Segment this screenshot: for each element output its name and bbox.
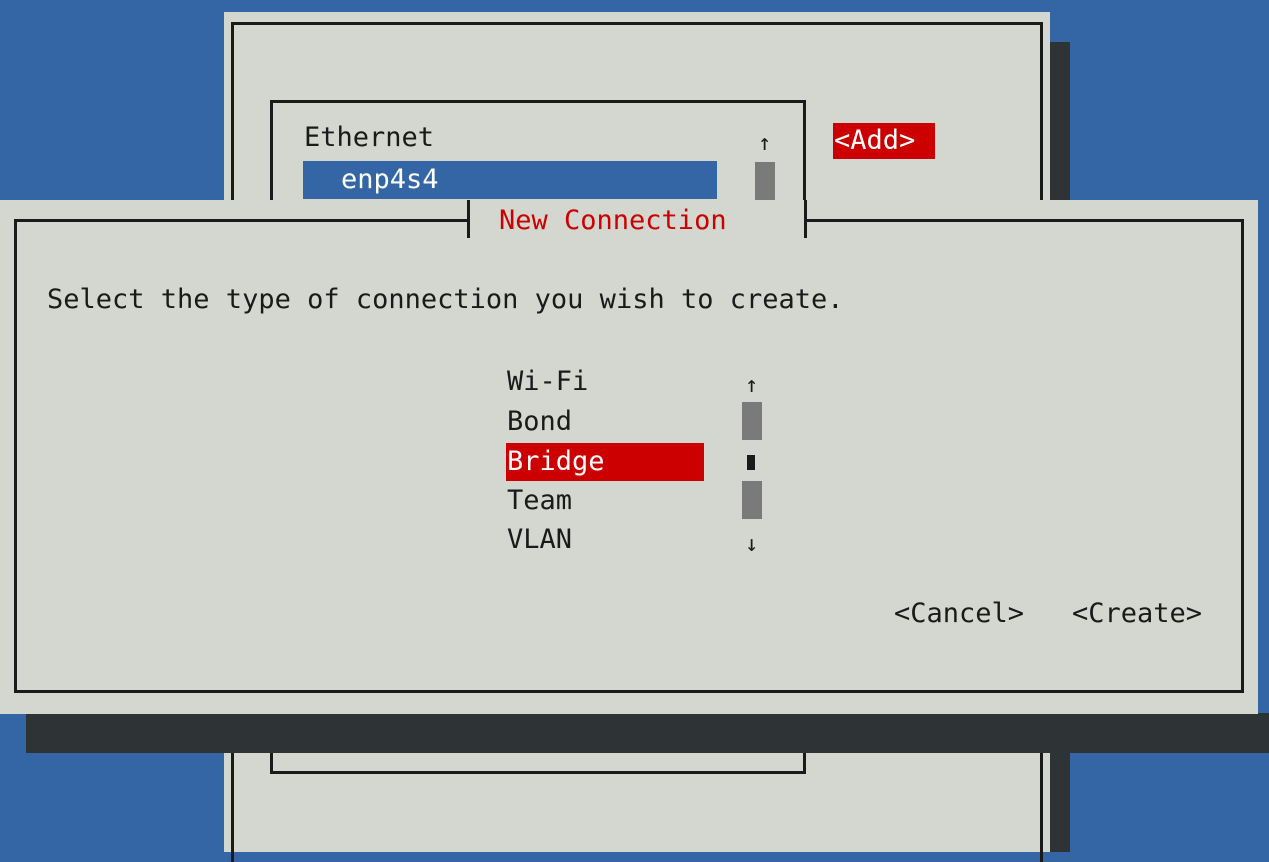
dialog-prompt: Select the type of connection you wish t… [47,284,844,315]
type-option-wifi[interactable]: Wi-Fi [507,364,588,400]
dialog-frame-title-left-tick [467,200,470,238]
type-list-scrollbar-thumb[interactable] [747,455,755,470]
dialog-shadow [26,713,1269,753]
type-list-scroll-down-icon[interactable]: ↓ [745,533,758,557]
add-button[interactable]: <Add> [833,123,935,159]
create-button[interactable]: <Create> [1072,596,1202,632]
connection-list-scroll-up-icon[interactable]: ↑ [758,132,771,156]
dialog-frame-left [14,219,17,693]
cancel-button[interactable]: <Cancel> [894,596,1024,632]
dialog-frame-bottom [14,690,1244,693]
connection-list-item-selected[interactable]: enp4s4 [303,161,717,199]
type-option-bond[interactable]: Bond [507,404,572,440]
type-list-scrollbar-track-upper[interactable] [742,402,762,440]
type-list-scroll-up-icon[interactable]: ↑ [745,374,758,398]
connection-group-label: Ethernet [304,122,435,153]
dialog-frame-right [1241,219,1244,693]
type-option-bridge-label: Bridge [507,446,605,477]
dialog-title: New Connection [499,205,727,236]
connection-item-label: enp4s4 [341,164,439,195]
dialog-frame-top-left [14,219,470,222]
type-option-bridge[interactable]: Bridge [506,443,704,481]
type-option-vlan[interactable]: VLAN [507,522,572,558]
connection-list-scrollbar-thumb[interactable] [755,162,775,200]
type-option-team[interactable]: Team [507,483,572,519]
add-button-label: <Add> [834,125,916,156]
dialog-frame-top-right [804,219,1244,222]
type-list-scrollbar-track-lower[interactable] [742,481,762,519]
